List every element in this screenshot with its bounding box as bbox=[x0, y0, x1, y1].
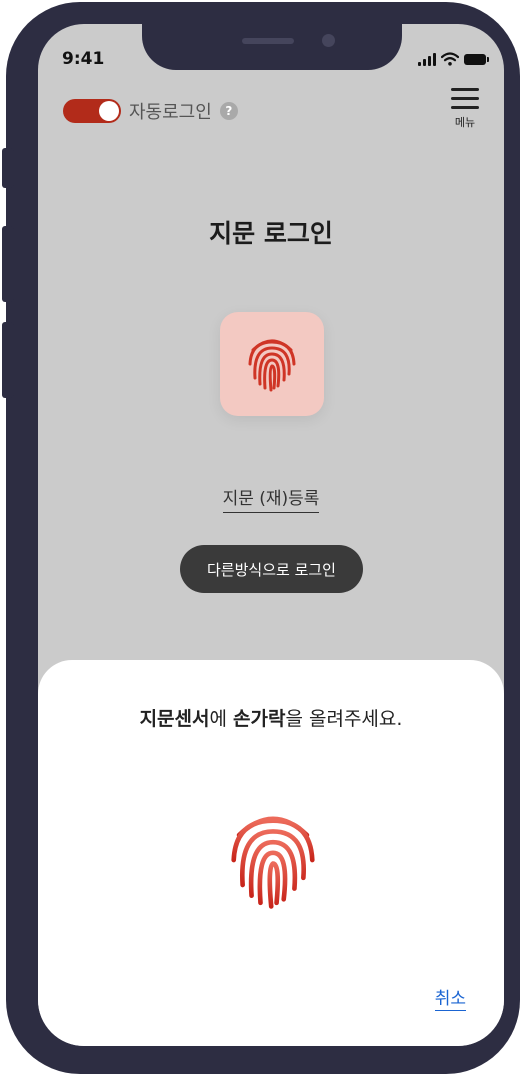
front-camera bbox=[322, 34, 335, 47]
menu-label: 메뉴 bbox=[454, 116, 476, 129]
other-login-button[interactable]: 다른방식으로 로그인 bbox=[180, 545, 363, 593]
message-bold-2: 손가락 bbox=[233, 708, 286, 730]
fingerprint-sensor-icon bbox=[231, 816, 315, 909]
fingerprint-icon bbox=[248, 339, 296, 392]
cancel-button[interactable]: 취소 bbox=[434, 984, 466, 1011]
auto-login-toggle[interactable] bbox=[63, 99, 121, 123]
register-row: 지문 (재)등록 bbox=[38, 484, 504, 513]
status-icons bbox=[418, 52, 489, 66]
page-title: 지문 로그인 bbox=[209, 219, 333, 248]
screen: 9:41 자동로그인 ? 메뉴 지문 로그인 지문 (재)등록 다른방식으로 로… bbox=[38, 24, 504, 1046]
wifi-icon bbox=[441, 52, 459, 66]
volume-down-button bbox=[2, 322, 14, 398]
register-fingerprint-link[interactable]: 지문 (재)등록 bbox=[222, 489, 320, 513]
auto-login-label: 자동로그인 bbox=[129, 102, 212, 123]
help-icon[interactable]: ? bbox=[219, 102, 238, 120]
fingerprint-sheet: 지문센서에 손가락을 올려주세요. 취소 bbox=[38, 660, 504, 1046]
signal-icon bbox=[418, 52, 436, 66]
battery-icon bbox=[464, 53, 489, 65]
silent-switch bbox=[2, 148, 14, 188]
toggle-knob bbox=[99, 101, 119, 121]
menu-button[interactable]: 메뉴 bbox=[448, 88, 482, 130]
fingerprint-tile[interactable] bbox=[220, 312, 324, 416]
notch bbox=[142, 24, 402, 70]
message-text-2: 을 올려주세요. bbox=[285, 708, 403, 730]
message-bold-1: 지문센서 bbox=[139, 708, 210, 730]
sheet-message: 지문센서에 손가락을 올려주세요. bbox=[38, 704, 504, 731]
speaker bbox=[242, 38, 294, 44]
status-time: 9:41 bbox=[62, 49, 105, 69]
volume-up-button bbox=[2, 226, 14, 302]
hamburger-icon bbox=[448, 88, 482, 109]
message-text-1: 에 bbox=[209, 708, 234, 730]
auto-login-row: 자동로그인 ? bbox=[63, 98, 238, 124]
